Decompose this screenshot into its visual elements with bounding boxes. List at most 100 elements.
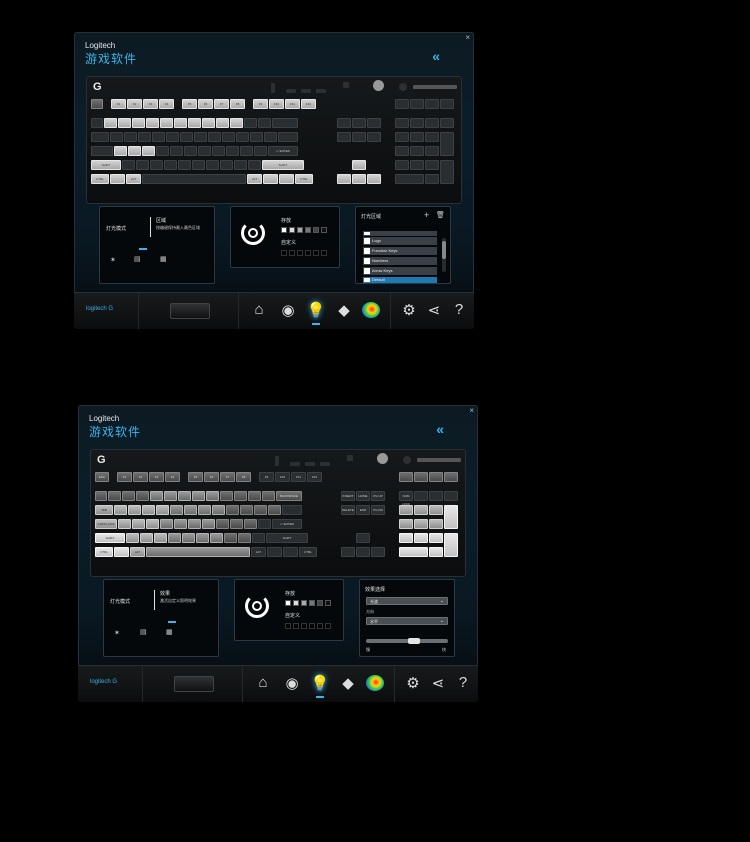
custom-swatch[interactable] — [297, 250, 303, 256]
key[interactable] — [198, 505, 211, 515]
key[interactable] — [234, 160, 247, 170]
effect-select[interactable]: 光波 ⌄ — [366, 597, 448, 605]
key-f9[interactable]: F9 — [259, 472, 274, 482]
key[interactable] — [160, 118, 173, 128]
key-d[interactable] — [142, 146, 155, 156]
key[interactable] — [216, 519, 229, 529]
key[interactable] — [252, 533, 265, 543]
key[interactable] — [196, 533, 209, 543]
key[interactable] — [425, 160, 439, 170]
color-swatch[interactable] — [309, 600, 315, 606]
zone-mode-icon[interactable]: ▤ — [140, 628, 147, 636]
color-swatch[interactable] — [325, 600, 331, 606]
key-delete[interactable] — [337, 132, 351, 142]
effects-mode-icon[interactable]: ▦ — [160, 255, 167, 263]
mute-icon[interactable] — [399, 83, 407, 91]
key-pgdn[interactable] — [367, 132, 381, 142]
key[interactable] — [410, 160, 424, 170]
key[interactable] — [202, 519, 215, 529]
key[interactable] — [142, 505, 155, 515]
key[interactable] — [198, 146, 211, 156]
key[interactable] — [184, 146, 197, 156]
key[interactable] — [399, 505, 413, 515]
key-ctrl-right[interactable]: CTRL — [295, 174, 313, 184]
key[interactable] — [95, 491, 107, 501]
custom-swatch[interactable] — [285, 623, 291, 629]
key-arrow-up[interactable] — [352, 160, 366, 170]
key[interactable] — [194, 132, 207, 142]
key[interactable] — [192, 491, 205, 501]
slider-thumb[interactable] — [408, 638, 420, 644]
key[interactable] — [206, 491, 219, 501]
key-insert[interactable]: INSERT — [341, 491, 355, 501]
key-f1[interactable]: F1 — [111, 99, 126, 109]
key[interactable] — [429, 519, 443, 529]
lighting-icon[interactable]: 💡 — [305, 301, 327, 319]
key-f8[interactable]: F8 — [230, 99, 245, 109]
color-swatch[interactable] — [285, 600, 291, 606]
key[interactable] — [230, 519, 243, 529]
key-f5[interactable]: F5 — [182, 99, 197, 109]
key[interactable] — [240, 505, 253, 515]
color-swatch[interactable] — [305, 227, 311, 233]
key[interactable] — [146, 118, 159, 128]
key[interactable] — [140, 533, 153, 543]
key-caps[interactable]: CAPS LOCK — [95, 519, 117, 529]
color-swatch[interactable] — [293, 600, 299, 606]
key[interactable] — [132, 118, 145, 128]
key-insert[interactable] — [337, 118, 351, 128]
previous-track-icon[interactable] — [425, 99, 439, 109]
key[interactable] — [136, 160, 149, 170]
key[interactable] — [184, 505, 197, 515]
color-swatch[interactable] — [313, 227, 319, 233]
key[interactable] — [128, 505, 141, 515]
add-region-button[interactable]: + — [424, 210, 429, 220]
key-num-enter[interactable] — [444, 533, 458, 557]
key-pgup[interactable] — [367, 118, 381, 128]
color-swatch[interactable] — [289, 227, 295, 233]
key[interactable] — [164, 160, 177, 170]
key[interactable] — [414, 491, 428, 501]
device-thumbnail[interactable] — [170, 303, 210, 319]
key[interactable] — [429, 533, 443, 543]
key[interactable] — [108, 491, 121, 501]
key-arrow-up[interactable] — [356, 533, 370, 543]
key-f7[interactable]: F7 — [214, 99, 229, 109]
brightness-icon[interactable] — [343, 82, 349, 88]
region-list-item[interactable]: Function Keys — [363, 247, 437, 255]
key[interactable] — [178, 160, 191, 170]
key[interactable] — [399, 533, 413, 543]
key-home[interactable] — [352, 118, 366, 128]
key-space[interactable] — [146, 547, 250, 557]
key-num-0[interactable] — [399, 547, 428, 557]
game-mode-switch-icon[interactable] — [275, 456, 279, 466]
key-f6[interactable]: F6 — [204, 472, 219, 482]
key[interactable] — [258, 118, 271, 128]
key[interactable] — [206, 160, 219, 170]
custom-swatch[interactable] — [313, 250, 319, 256]
key-arrow-down[interactable] — [356, 547, 370, 557]
key[interactable] — [188, 118, 201, 128]
key[interactable] — [170, 505, 183, 515]
key-alt-left[interactable]: ALT — [130, 547, 145, 557]
color-swatch[interactable] — [317, 600, 323, 606]
key-f1[interactable]: F1 — [117, 472, 132, 482]
key[interactable] — [250, 132, 263, 142]
key[interactable] — [212, 146, 225, 156]
key[interactable] — [154, 533, 167, 543]
key[interactable] — [160, 519, 173, 529]
key[interactable] — [278, 132, 298, 142]
key-pgdn[interactable]: PG DN — [371, 505, 385, 515]
brightness-icon[interactable] — [347, 455, 353, 461]
share-icon[interactable]: ⋖ — [423, 301, 445, 319]
key[interactable] — [395, 146, 409, 156]
heatmap-icon[interactable] — [362, 302, 380, 318]
key[interactable] — [164, 491, 177, 501]
stop-icon[interactable] — [414, 472, 428, 482]
key[interactable] — [226, 146, 239, 156]
key-f3[interactable]: F3 — [149, 472, 164, 482]
key[interactable] — [202, 118, 215, 128]
key[interactable] — [240, 146, 253, 156]
key-tab[interactable] — [91, 132, 109, 142]
freestyle-mode-icon[interactable]: ✶ — [114, 629, 120, 637]
